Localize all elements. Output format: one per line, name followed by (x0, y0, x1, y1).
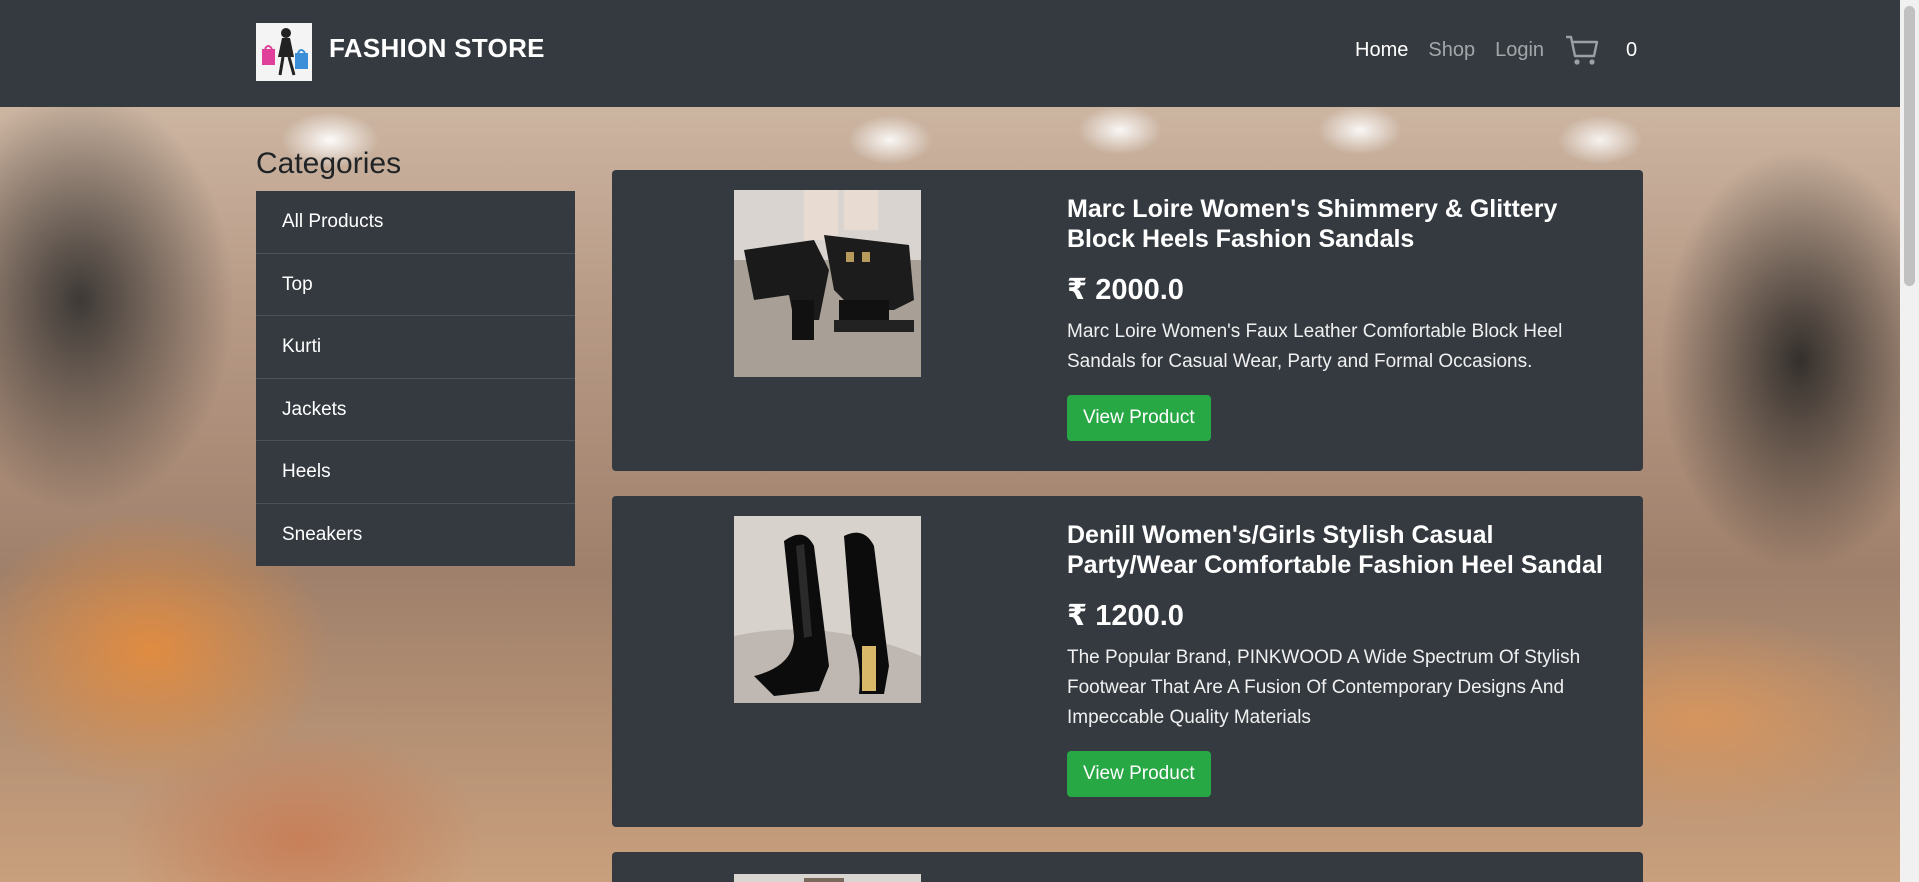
product-price: ₹ 1200.0 (1067, 600, 1184, 632)
cart-icon[interactable] (1564, 32, 1600, 68)
product-title[interactable]: Denill Women's/Girls Stylish Casual Part… (1067, 520, 1622, 580)
product-image[interactable] (734, 190, 921, 377)
categories-title: Categories (256, 147, 402, 180)
view-product-button[interactable]: View Product (1067, 395, 1211, 441)
category-sneakers[interactable]: Sneakers (256, 504, 575, 567)
product-info: Marc Loire Women's Shimmery & Glittery B… (1067, 194, 1622, 441)
scrollbar-thumb[interactable] (1904, 6, 1915, 286)
nav-links: Home Shop Login 0 (1355, 32, 1637, 68)
product-description: Marc Loire Women's Faux Leather Comforta… (1067, 321, 1563, 372)
product-description: The Popular Brand, PINKWOOD A Wide Spect… (1067, 647, 1581, 728)
product-info: Denill Women's/Girls Stylish Casual Part… (1067, 520, 1622, 797)
product-title[interactable]: Marc Loire Women's Shimmery & Glittery B… (1067, 194, 1622, 254)
product-image[interactable] (734, 516, 921, 703)
product-price: ₹ 2000.0 (1067, 274, 1184, 306)
product-card: Marc Loire Women's Shimmery & Glittery B… (612, 170, 1643, 471)
category-top[interactable]: Top (256, 254, 575, 316)
shopping-woman-logo[interactable] (256, 23, 312, 81)
category-heels[interactable]: Heels (256, 441, 575, 504)
category-all-products[interactable]: All Products (256, 191, 575, 254)
nav-shop-link[interactable]: Shop (1428, 39, 1475, 62)
cart-count: 0 (1626, 38, 1638, 61)
view-product-button[interactable]: View Product (1067, 751, 1211, 797)
category-jackets[interactable]: Jackets (256, 379, 575, 441)
navbar: FASHION STORE Home Shop Login 0 (0, 0, 1900, 107)
brand-name[interactable]: FASHION STORE (329, 33, 545, 64)
product-card: Denill Women's/Girls Stylish Casual Part… (612, 496, 1643, 827)
nav-home-link[interactable]: Home (1355, 39, 1408, 62)
categories-list: All Products Top Kurti Jackets Heels Sne… (256, 191, 575, 566)
category-kurti[interactable]: Kurti (256, 316, 575, 379)
product-card (612, 852, 1643, 882)
scrollbar[interactable] (1900, 0, 1919, 882)
nav-login-link[interactable]: Login (1495, 39, 1544, 62)
product-image[interactable] (734, 874, 921, 882)
